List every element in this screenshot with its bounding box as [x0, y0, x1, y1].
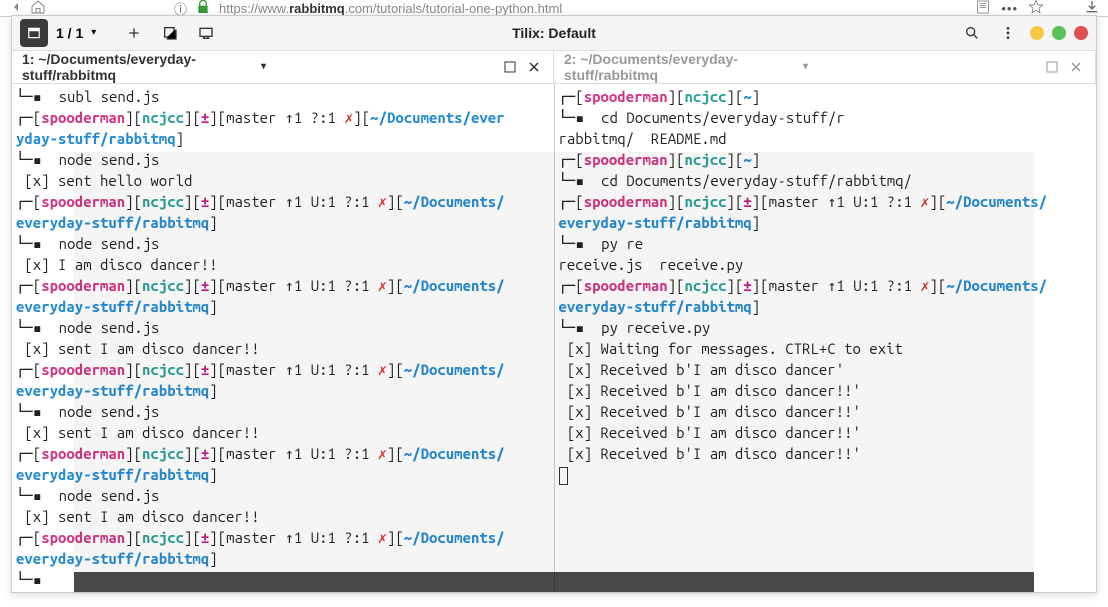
add-terminal-button[interactable]: [120, 19, 148, 47]
chevron-down-icon[interactable]: ▾: [261, 61, 266, 72]
tab-1[interactable]: 1: ~/Documents/everyday-stuff/rabbitmq ▾: [12, 51, 554, 83]
terminal-pane-left[interactable]: └─▪ subl send.js ┌─[spooderman][ncjcc][±…: [12, 84, 555, 592]
tilix-window: 1 / 1 ▾ Tilix: Default 1: ~/Documents/ev…: [11, 15, 1097, 593]
session-count: 1 / 1: [56, 25, 83, 41]
chevron-down-icon[interactable]: ▾: [803, 61, 808, 72]
terminal-panes: └─▪ subl send.js ┌─[spooderman][ncjcc][±…: [12, 84, 1096, 592]
tab-bar: 1: ~/Documents/everyday-stuff/rabbitmq ▾…: [12, 51, 1096, 84]
close-pane-icon[interactable]: [1067, 58, 1085, 76]
close-button[interactable]: [1074, 26, 1088, 40]
tilix-header: 1 / 1 ▾ Tilix: Default: [12, 16, 1096, 51]
cursor: [559, 467, 568, 485]
terminal-pane-right[interactable]: ┌─[spooderman][ncjcc][~] └─▪ cd Document…: [555, 84, 1097, 592]
url-bar[interactable]: https://www.rabbitmq.com/tutorials/tutor…: [219, 1, 967, 16]
tab-2[interactable]: 2: ~/Documents/everyday-stuff/rabbitmq ▾: [554, 51, 1096, 83]
close-pane-icon[interactable]: [525, 58, 543, 76]
chevron-down-icon[interactable]: ▾: [91, 27, 96, 38]
sidebar-button[interactable]: [20, 19, 48, 47]
new-window-button[interactable]: [156, 19, 184, 47]
tab-title: 1: ~/Documents/everyday-stuff/rabbitmq: [22, 51, 257, 83]
window-title: Tilix: Default: [512, 25, 596, 41]
menu-button[interactable]: [994, 19, 1022, 47]
tab-title: 2: ~/Documents/everyday-stuff/rabbitmq: [564, 51, 799, 83]
menu-dots-icon[interactable]: •••: [1001, 1, 1018, 16]
maximize-button[interactable]: [1052, 26, 1066, 40]
minimize-button[interactable]: [1030, 26, 1044, 40]
save-layout-button[interactable]: [192, 19, 220, 47]
maximize-pane-icon[interactable]: [1043, 58, 1061, 76]
search-button[interactable]: [958, 19, 986, 47]
maximize-pane-icon[interactable]: [501, 58, 519, 76]
